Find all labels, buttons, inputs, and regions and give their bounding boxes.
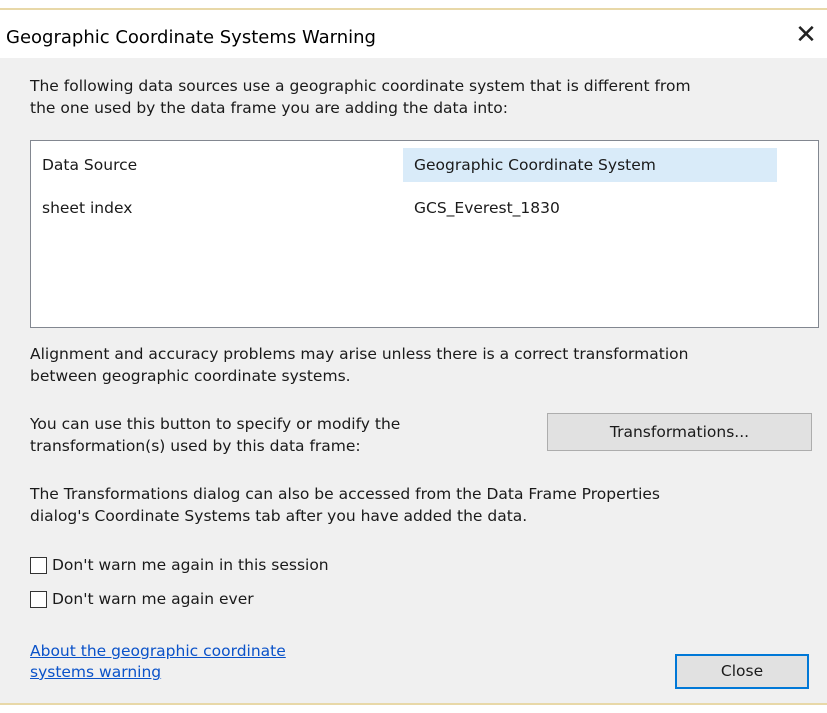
close-button[interactable]: Close xyxy=(675,654,809,689)
dialog-window: Geographic Coordinate Systems Warning ✕ … xyxy=(0,0,827,713)
transformations-button[interactable]: Transformations... xyxy=(547,413,812,451)
transform-text-line2: transformation(s) used by this data fram… xyxy=(30,437,361,455)
about-warning-link-line2[interactable]: systems warning xyxy=(30,662,350,683)
transform-text: You can use this button to specify or mo… xyxy=(30,413,400,457)
intro-text-line2: the one used by the data frame you are a… xyxy=(30,99,508,117)
checkbox-row-session[interactable]: Don't warn me again in this session xyxy=(30,554,329,576)
transform-text-line1: You can use this button to specify or mo… xyxy=(30,415,401,433)
dont-warn-ever-label[interactable]: Don't warn me again ever xyxy=(52,588,254,610)
dont-warn-session-checkbox[interactable] xyxy=(30,556,47,574)
access-text-line1: The Transformations dialog can also be a… xyxy=(30,485,660,503)
checkbox-row-ever[interactable]: Don't warn me again ever xyxy=(30,588,254,610)
column-header-coordinate-system[interactable]: Geographic Coordinate System xyxy=(403,148,777,182)
dont-warn-ever-checkbox[interactable] xyxy=(30,590,47,608)
access-text-line2: dialog's Coordinate Systems tab after yo… xyxy=(30,507,528,525)
dialog-title: Geographic Coordinate Systems Warning xyxy=(6,27,376,48)
data-source-list[interactable]: Data Source Geographic Coordinate System… xyxy=(30,140,819,328)
alignment-text-line1: Alignment and accuracy problems may aris… xyxy=(30,345,689,363)
cell-data-source: sheet index xyxy=(42,199,133,217)
title-bar: Geographic Coordinate Systems Warning ✕ xyxy=(0,10,827,58)
window-bottom-edge xyxy=(0,703,827,713)
column-header-data-source[interactable]: Data Source xyxy=(31,148,403,182)
cell-coordinate-system: GCS_Everest_1830 xyxy=(414,199,560,217)
dont-warn-session-label[interactable]: Don't warn me again in this session xyxy=(52,554,329,576)
about-warning-link-line1[interactable]: About the geographic coordinate xyxy=(30,641,350,662)
intro-text: The following data sources use a geograp… xyxy=(30,75,691,119)
window-top-edge xyxy=(0,0,827,10)
alignment-text-line2: between geographic coordinate systems. xyxy=(30,367,351,385)
intro-text-line1: The following data sources use a geograp… xyxy=(30,77,691,95)
about-warning-link[interactable]: About the geographic coordinate systems … xyxy=(30,641,350,683)
alignment-text: Alignment and accuracy problems may aris… xyxy=(30,343,688,387)
access-text: The Transformations dialog can also be a… xyxy=(30,483,660,527)
close-icon[interactable]: ✕ xyxy=(791,20,821,50)
